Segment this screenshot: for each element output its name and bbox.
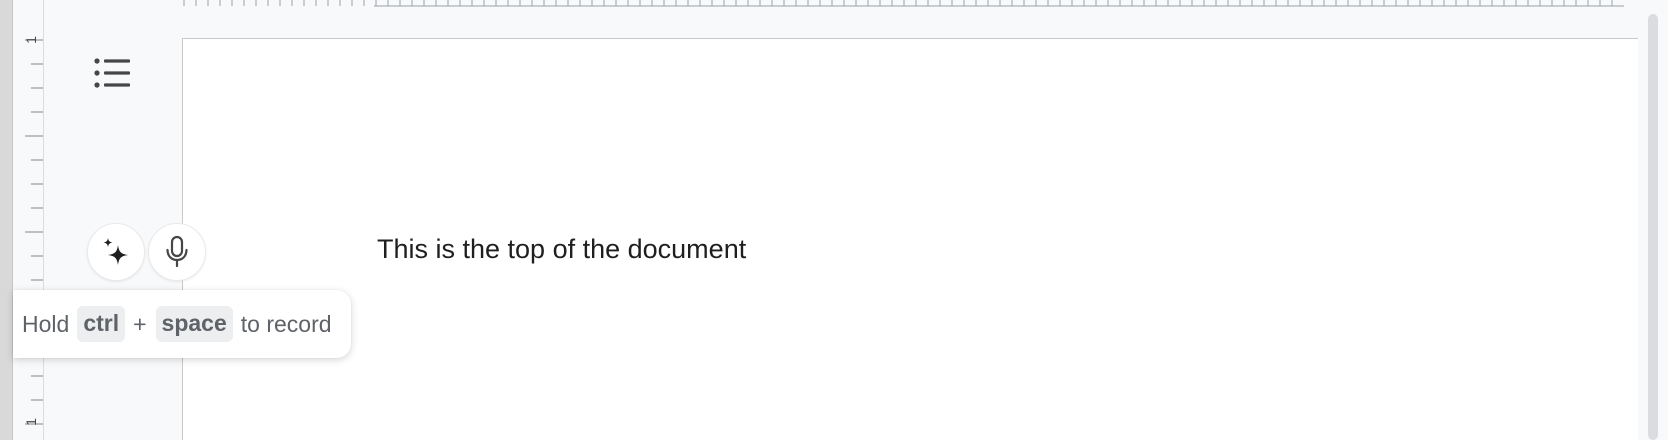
vertical-ruler-ticks bbox=[25, 39, 43, 425]
document-page[interactable]: This is the top of the document bbox=[182, 38, 1647, 440]
vertical-ruler[interactable]: 1 1 bbox=[13, 0, 44, 440]
horizontal-ruler[interactable] bbox=[44, 0, 1624, 9]
record-shortcut-tooltip: Hold ctrl + space to record bbox=[13, 290, 351, 358]
document-body-text[interactable]: This is the top of the document bbox=[377, 234, 746, 265]
vertical-ruler-label-top: 1 bbox=[23, 36, 39, 44]
window-left-edge bbox=[0, 0, 13, 440]
tooltip-plus: + bbox=[133, 310, 147, 337]
vertical-ruler-label-bottom: 1 bbox=[23, 418, 39, 426]
key-ctrl: ctrl bbox=[77, 306, 126, 342]
list-icon bbox=[94, 58, 130, 88]
tooltip-suffix: to record bbox=[240, 310, 332, 337]
tooltip-prefix: Hold bbox=[22, 310, 70, 337]
key-space: space bbox=[155, 306, 233, 342]
scrollbar-thumb[interactable] bbox=[1648, 14, 1658, 440]
gemini-button[interactable] bbox=[87, 223, 145, 281]
microphone-icon bbox=[166, 235, 188, 268]
sparkle-icon bbox=[103, 238, 128, 265]
horizontal-ruler-ticks bbox=[183, 0, 1624, 7]
voice-typing-button[interactable] bbox=[148, 223, 206, 281]
docs-editor-viewport: 1 1 This is the top of the document Hold… bbox=[0, 0, 1668, 440]
document-outline-button[interactable] bbox=[88, 50, 138, 98]
